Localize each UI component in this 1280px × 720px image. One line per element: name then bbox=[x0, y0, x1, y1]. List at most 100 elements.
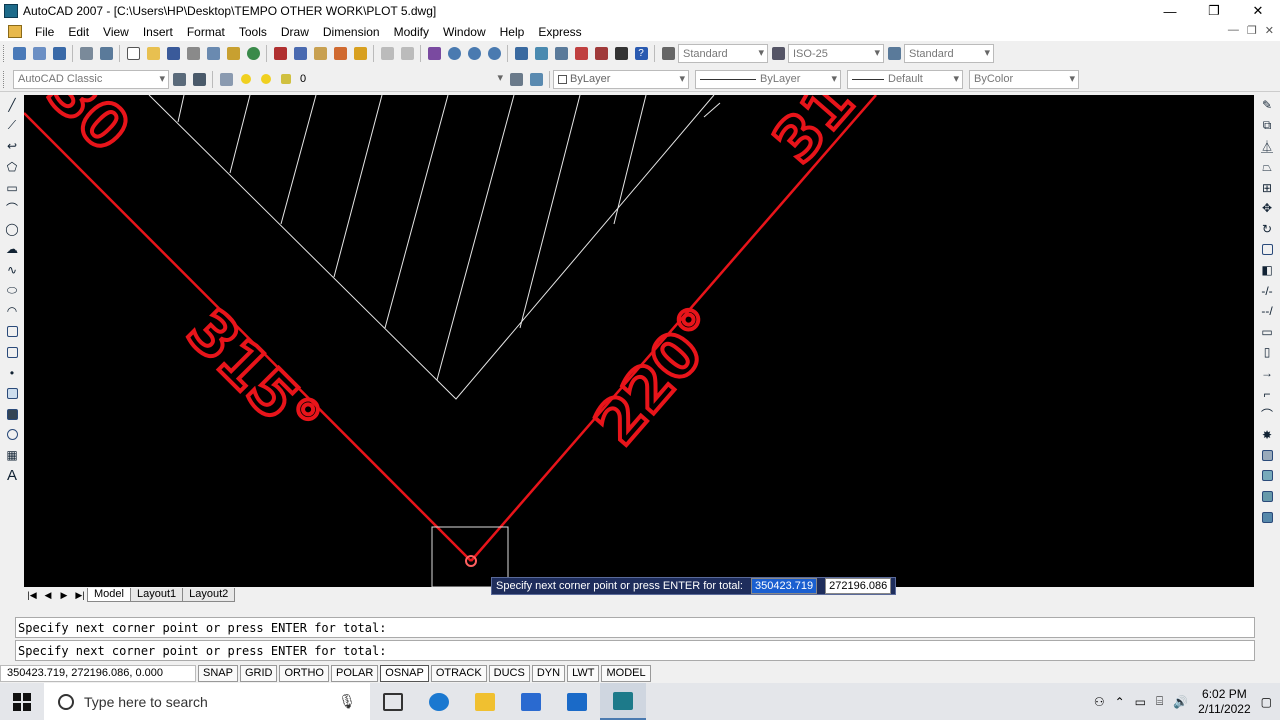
polyline-icon[interactable]: ↩ bbox=[3, 136, 21, 157]
make-layer-current-icon[interactable] bbox=[506, 69, 526, 89]
calculator-icon[interactable] bbox=[611, 44, 631, 64]
layer-select[interactable]: 0 bbox=[296, 70, 506, 89]
trim-icon[interactable]: -/- bbox=[1258, 280, 1276, 301]
ducs-toggle[interactable]: DUCS bbox=[488, 665, 530, 682]
stretch-icon[interactable]: ◧ bbox=[1258, 260, 1276, 281]
grid-toggle[interactable]: GRID bbox=[239, 665, 278, 682]
construction-line-icon[interactable]: ⟋ bbox=[3, 116, 21, 137]
array-icon[interactable]: ⊞ bbox=[1258, 177, 1276, 198]
dim-style-select[interactable]: ISO-25 bbox=[788, 44, 884, 63]
text-style-icon[interactable] bbox=[658, 44, 678, 64]
break-at-point-icon[interactable]: ▭ bbox=[1258, 322, 1276, 343]
menu-file[interactable]: File bbox=[28, 25, 61, 39]
taskbar-search[interactable]: Type here to search 🎙 bbox=[44, 683, 370, 720]
multiline-text-icon[interactable]: A bbox=[3, 466, 21, 487]
layer-previous-icon[interactable] bbox=[526, 69, 546, 89]
publish-icon[interactable] bbox=[49, 44, 69, 64]
join-icon[interactable]: → bbox=[1258, 363, 1276, 384]
autocad-taskbar-icon[interactable] bbox=[600, 683, 646, 720]
zoom-window-icon[interactable] bbox=[464, 44, 484, 64]
explode-icon[interactable]: ✸ bbox=[1258, 425, 1276, 446]
menu-insert[interactable]: Insert bbox=[136, 25, 180, 39]
properties-icon[interactable] bbox=[511, 44, 531, 64]
pan-icon[interactable] bbox=[424, 44, 444, 64]
workspace-settings-icon[interactable] bbox=[169, 69, 189, 89]
scale-icon[interactable] bbox=[1258, 239, 1276, 260]
cut-icon[interactable] bbox=[270, 44, 290, 64]
table-icon[interactable]: ▦ bbox=[3, 445, 21, 466]
task-view-icon[interactable] bbox=[370, 683, 416, 720]
menu-format[interactable]: Format bbox=[180, 25, 232, 39]
rectangle-icon[interactable]: ▭ bbox=[3, 177, 21, 198]
command-line[interactable]: Specify next corner point or press ENTER… bbox=[15, 640, 1255, 661]
rotate-icon[interactable]: ↻ bbox=[1258, 219, 1276, 240]
extend-icon[interactable]: --/ bbox=[1258, 301, 1276, 322]
minimize-button[interactable]: — bbox=[1148, 0, 1192, 22]
battery-icon[interactable]: ▭ bbox=[1135, 695, 1146, 709]
color-select[interactable]: ByLayer bbox=[553, 69, 689, 89]
clock[interactable]: 6:02 PM 2/11/2022 bbox=[1198, 687, 1251, 717]
dim-style-icon[interactable] bbox=[768, 44, 788, 64]
last-tab-icon[interactable]: ▶| bbox=[72, 590, 88, 601]
notification-icon[interactable]: ▢ bbox=[1261, 695, 1272, 709]
plotstyle-select[interactable]: ByColor bbox=[969, 69, 1079, 89]
plot-preview-icon[interactable] bbox=[203, 44, 223, 64]
doc-minimize-icon[interactable]: — bbox=[1228, 24, 1239, 37]
lineweight-select[interactable]: Default bbox=[847, 69, 963, 89]
windows-start-icon[interactable] bbox=[0, 683, 44, 720]
fillet-icon[interactable]: ⌒ bbox=[1258, 404, 1276, 425]
preview-icon[interactable] bbox=[96, 44, 116, 64]
chamfer-icon[interactable]: ⌐ bbox=[1258, 383, 1276, 404]
doc-close-icon[interactable]: ✕ bbox=[1265, 24, 1274, 37]
menu-window[interactable]: Window bbox=[436, 25, 493, 39]
file-explorer-icon[interactable] bbox=[462, 683, 508, 720]
ellipse-icon[interactable]: ⬭ bbox=[3, 280, 21, 301]
chevron-up-icon[interactable]: ⌃ bbox=[1115, 695, 1125, 709]
microphone-icon[interactable]: 🎙 bbox=[338, 693, 356, 710]
plot-icon[interactable] bbox=[76, 44, 96, 64]
qnew-icon[interactable] bbox=[9, 44, 29, 64]
mail-icon[interactable] bbox=[554, 683, 600, 720]
circle-icon[interactable]: ◯ bbox=[3, 219, 21, 240]
close-button[interactable]: ✕ bbox=[1236, 0, 1280, 22]
toolbar-grip[interactable] bbox=[3, 70, 6, 88]
revision-cloud-icon[interactable]: ☁ bbox=[3, 239, 21, 260]
layer-manager-icon[interactable] bbox=[216, 69, 236, 89]
lwt-toggle[interactable]: LWT bbox=[567, 665, 600, 682]
polygon-icon[interactable]: ⬠ bbox=[3, 157, 21, 178]
dynamic-input-x[interactable]: 350423.719 bbox=[751, 578, 818, 594]
markup-icon[interactable] bbox=[591, 44, 611, 64]
menu-draw[interactable]: Draw bbox=[274, 25, 316, 39]
menu-express[interactable]: Express bbox=[531, 25, 588, 39]
snap-toggle[interactable]: SNAP bbox=[198, 665, 238, 682]
paste-icon[interactable] bbox=[310, 44, 330, 64]
people-icon[interactable]: ⚇ bbox=[1094, 695, 1105, 709]
arc-icon[interactable]: ⌒ bbox=[3, 198, 21, 219]
next-tab-icon[interactable]: ▶ bbox=[56, 590, 72, 601]
break-icon[interactable]: ▯ bbox=[1258, 342, 1276, 363]
tool-palettes-icon[interactable] bbox=[551, 44, 571, 64]
toolbar-grip[interactable] bbox=[3, 45, 6, 62]
text-front-icon[interactable] bbox=[1258, 507, 1276, 528]
block-editor-icon[interactable] bbox=[350, 44, 370, 64]
globe-icon[interactable] bbox=[243, 44, 263, 64]
table-style-icon[interactable] bbox=[884, 44, 904, 64]
erase-icon[interactable]: ✎ bbox=[1258, 95, 1276, 116]
print-icon[interactable] bbox=[183, 44, 203, 64]
copy-object-icon[interactable]: ⧉ bbox=[1258, 116, 1276, 137]
dyn-toggle[interactable]: DYN bbox=[531, 665, 566, 682]
osnap-toggle[interactable]: OSNAP bbox=[380, 665, 429, 682]
first-tab-icon[interactable]: |◀ bbox=[24, 590, 40, 601]
bring-front-icon[interactable] bbox=[1258, 466, 1276, 487]
menu-modify[interactable]: Modify bbox=[387, 25, 436, 39]
make-block-icon[interactable] bbox=[3, 342, 21, 363]
edge-icon[interactable] bbox=[416, 683, 462, 720]
open-icon[interactable] bbox=[143, 44, 163, 64]
menu-dimension[interactable]: Dimension bbox=[316, 25, 387, 39]
help-icon[interactable]: ? bbox=[631, 44, 651, 64]
publish-web-icon[interactable] bbox=[223, 44, 243, 64]
sheet-icon[interactable] bbox=[29, 44, 49, 64]
prev-tab-icon[interactable]: ◀ bbox=[40, 590, 56, 601]
undo-icon[interactable] bbox=[377, 44, 397, 64]
mirror-icon[interactable]: ⏅ bbox=[1258, 136, 1276, 157]
